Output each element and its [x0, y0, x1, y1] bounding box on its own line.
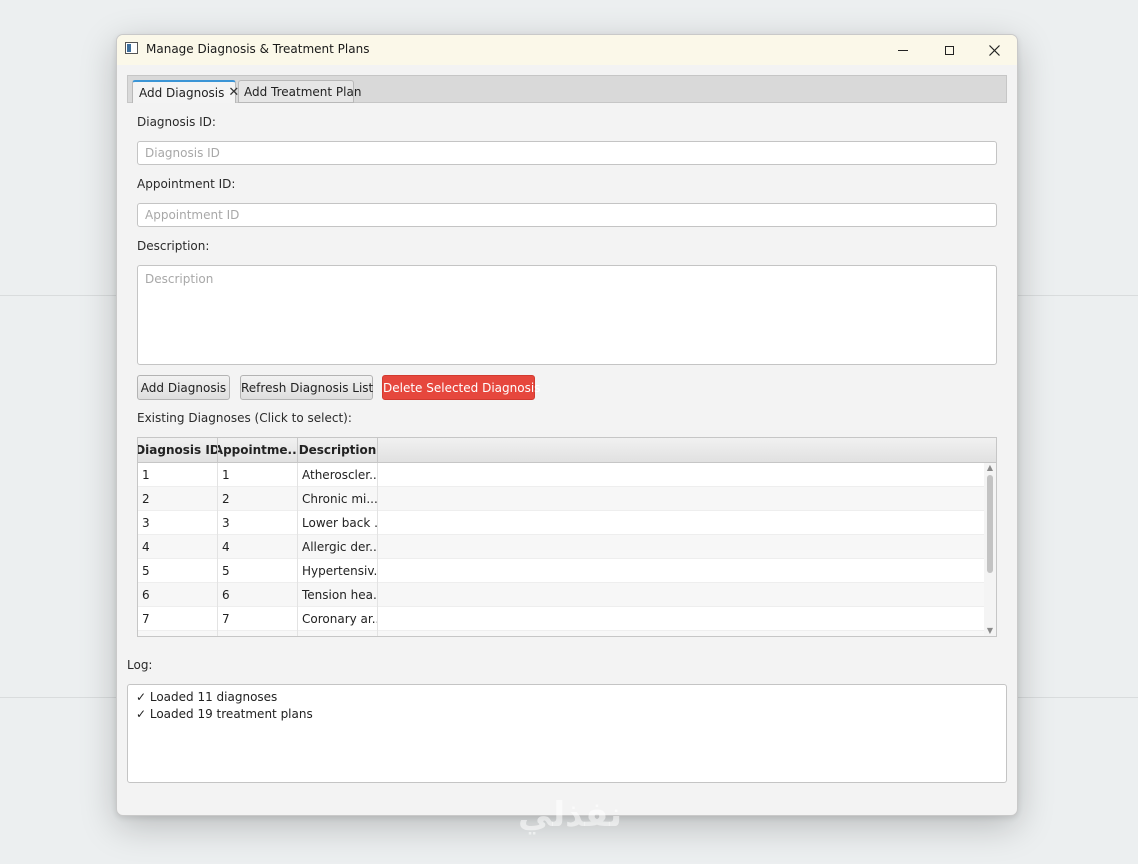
cell-description: Coronary ar...	[298, 607, 378, 631]
close-icon	[988, 44, 1000, 56]
cell-appointment-id: 7	[218, 607, 298, 631]
scroll-down-arrow-icon[interactable]: ▼	[984, 626, 996, 636]
cell-description: Chronic mi...	[298, 487, 378, 511]
log-label: Log:	[127, 658, 153, 672]
column-header-diagnosis-id[interactable]: Diagnosis ID	[138, 438, 218, 462]
appointment-id-input[interactable]	[137, 203, 997, 227]
log-line: ✓ Loaded 11 diagnoses	[136, 690, 278, 704]
cell-diagnosis-id: 6	[138, 583, 218, 607]
description-textarea[interactable]	[137, 265, 997, 365]
description-label: Description:	[137, 239, 210, 253]
cell-diagnosis-id: 3	[138, 511, 218, 535]
table-row[interactable]: 3 3 Lower back ...	[138, 511, 984, 535]
table-row[interactable]	[138, 631, 984, 636]
cell-description: Allergic der...	[298, 535, 378, 559]
app-window: Manage Diagnosis & Treatment Plans Add D…	[116, 34, 1018, 816]
cell-description: Atheroscler...	[298, 463, 378, 487]
table-row[interactable]: 4 4 Allergic der...	[138, 535, 984, 559]
diagnosis-id-label: Diagnosis ID:	[137, 115, 216, 129]
table-row[interactable]: 7 7 Coronary ar...	[138, 607, 984, 631]
cell-appointment-id: 4	[218, 535, 298, 559]
close-window-button[interactable]	[971, 35, 1017, 65]
desktop: Manage Diagnosis & Treatment Plans Add D…	[0, 0, 1138, 864]
table-row[interactable]: 6 6 Tension hea...	[138, 583, 984, 607]
tab-bar: Add Diagnosis ✕ Add Treatment Plan	[127, 75, 1007, 103]
appointment-id-label: Appointment ID:	[137, 177, 236, 191]
tab-label: Add Diagnosis	[139, 85, 225, 100]
table-caption: Existing Diagnoses (Click to select):	[137, 411, 352, 425]
title-bar[interactable]: Manage Diagnosis & Treatment Plans	[117, 35, 1017, 65]
cell-appointment-id: 1	[218, 463, 298, 487]
cell-appointment-id: 3	[218, 511, 298, 535]
tab-label: Add Treatment Plan	[244, 84, 362, 99]
cell-description	[298, 631, 378, 636]
cell-description: Hypertensiv...	[298, 559, 378, 583]
diagnosis-id-input[interactable]	[137, 141, 997, 165]
diagnoses-table[interactable]: Diagnosis ID Appointme... Description 1 …	[137, 437, 997, 637]
table-row[interactable]: 1 1 Atheroscler...	[138, 463, 984, 487]
cell-diagnosis-id: 7	[138, 607, 218, 631]
tab-add-treatment-plan[interactable]: Add Treatment Plan	[238, 80, 361, 103]
cell-appointment-id: 5	[218, 559, 298, 583]
cell-diagnosis-id: 5	[138, 559, 218, 583]
cell-diagnosis-id: 4	[138, 535, 218, 559]
refresh-diagnosis-list-button[interactable]: Refresh Diagnosis List	[240, 375, 373, 400]
log-line: ✓ Loaded 19 treatment plans	[136, 707, 313, 721]
cell-diagnosis-id: 2	[138, 487, 218, 511]
cell-description: Lower back ...	[298, 511, 378, 535]
cell-diagnosis-id	[138, 631, 218, 636]
log-output[interactable]: ✓ Loaded 11 diagnoses ✓ Loaded 19 treatm…	[127, 684, 1007, 783]
cell-description: Tension hea...	[298, 583, 378, 607]
minimize-button[interactable]	[880, 35, 926, 65]
window-title: Manage Diagnosis & Treatment Plans	[146, 42, 370, 56]
scroll-up-arrow-icon[interactable]: ▲	[984, 463, 996, 473]
cell-diagnosis-id: 1	[138, 463, 218, 487]
add-diagnosis-button[interactable]: Add Diagnosis	[137, 375, 230, 400]
column-header-appointment-id[interactable]: Appointme...	[218, 438, 298, 462]
table-row[interactable]: 5 5 Hypertensiv...	[138, 559, 984, 583]
cell-appointment-id: 6	[218, 583, 298, 607]
table-header: Diagnosis ID Appointme... Description	[138, 438, 996, 463]
minimize-icon	[898, 49, 908, 51]
table-row[interactable]: 2 2 Chronic mi...	[138, 487, 984, 511]
table-scrollbar[interactable]: ▲ ▼	[984, 463, 996, 636]
app-icon	[125, 42, 138, 54]
maximize-button[interactable]	[926, 35, 972, 65]
cell-appointment-id	[218, 631, 298, 636]
table-body: 1 1 Atheroscler... 2 2 Chronic mi... 3 3…	[138, 463, 984, 636]
delete-selected-diagnosis-button[interactable]: Delete Selected Diagnosis	[382, 375, 540, 400]
tab-add-diagnosis[interactable]: Add Diagnosis ✕	[132, 80, 239, 103]
cell-appointment-id: 2	[218, 487, 298, 511]
column-header-description[interactable]: Description	[298, 438, 378, 462]
maximize-icon	[944, 45, 954, 55]
scroll-thumb[interactable]	[987, 475, 993, 573]
